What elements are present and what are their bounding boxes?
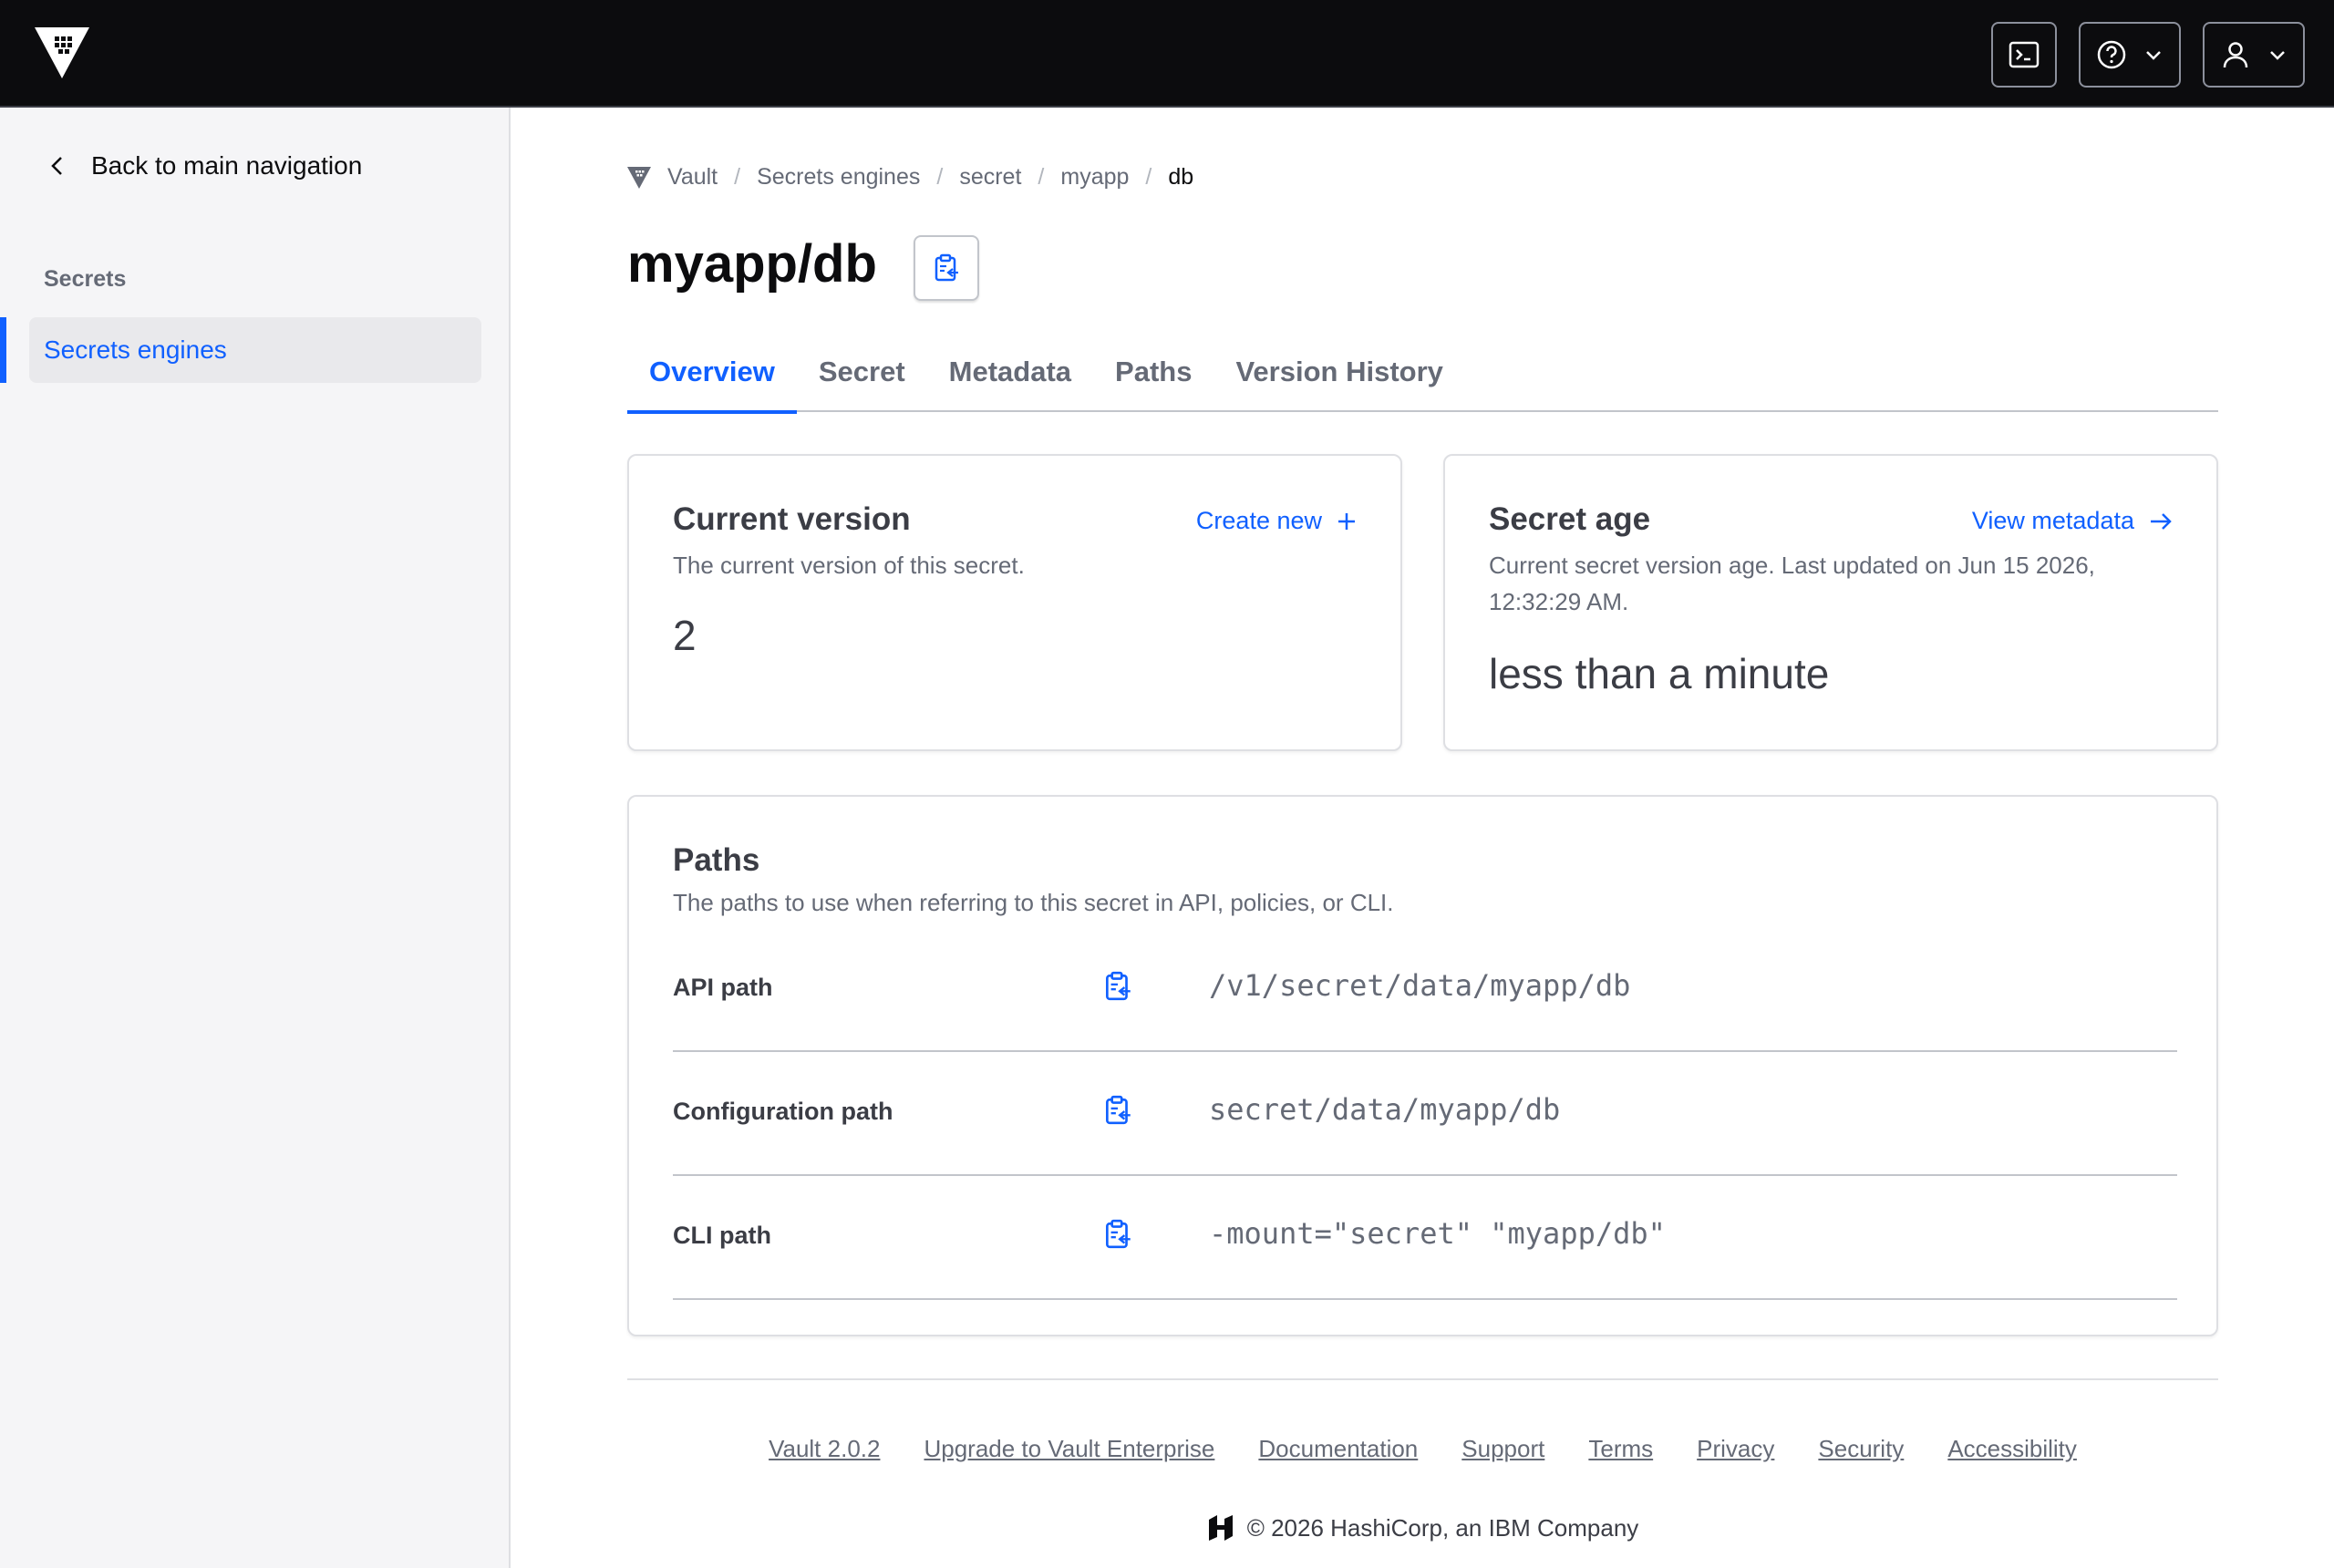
current-version-value: 2 xyxy=(673,612,697,659)
footer-link-accessibility[interactable]: Accessibility xyxy=(1947,1435,2077,1463)
breadcrumb-secrets-engines[interactable]: Secrets engines xyxy=(757,164,920,191)
breadcrumb: Vault / Secrets engines / secret / myapp… xyxy=(627,164,1193,191)
hashicorp-logo-icon xyxy=(1208,1515,1233,1541)
copy-path-button[interactable] xyxy=(914,235,979,301)
tab-paths[interactable]: Paths xyxy=(1093,332,1213,412)
footer-link-terms[interactable]: Terms xyxy=(1588,1435,1653,1463)
view-metadata-label: View metadata xyxy=(1971,507,2134,534)
card-description: The current version of this secret. xyxy=(673,552,1025,579)
console-button[interactable] xyxy=(1991,22,2057,88)
tab-version-history[interactable]: Version History xyxy=(1213,332,1464,412)
breadcrumb-current: db xyxy=(1168,164,1194,190)
path-label: Configuration path xyxy=(673,1098,893,1125)
breadcrumb-separator: / xyxy=(936,164,944,190)
terminal-icon xyxy=(2009,41,2040,68)
sidebar-section-heading: Secrets xyxy=(44,266,127,292)
vault-logo-icon xyxy=(627,166,651,189)
path-label: CLI path xyxy=(673,1222,771,1249)
path-value: -mount="secret" "myapp/db" xyxy=(1209,1216,1666,1251)
clipboard-copy-icon[interactable] xyxy=(1101,1218,1134,1251)
card-description: The paths to use when referring to this … xyxy=(673,889,1394,916)
breadcrumb-separator: / xyxy=(1145,164,1152,190)
footer-link-support[interactable]: Support xyxy=(1461,1435,1544,1463)
breadcrumb-separator: / xyxy=(734,164,741,190)
tab-overview[interactable]: Overview xyxy=(627,332,797,414)
secret-age-card: Secret age Current secret version age. L… xyxy=(1443,454,2218,751)
help-icon xyxy=(2097,40,2126,69)
breadcrumb-myapp[interactable]: myapp xyxy=(1060,164,1129,191)
user-menu-button[interactable] xyxy=(2203,22,2305,88)
top-bar xyxy=(0,0,2334,108)
secret-age-value: less than a minute xyxy=(1489,650,1830,697)
path-row-cli: CLI path -mount="secret" "myapp/db" xyxy=(673,1176,2177,1300)
footer-link-privacy[interactable]: Privacy xyxy=(1697,1435,1774,1463)
create-new-link[interactable]: Create new xyxy=(1196,507,1357,535)
breadcrumb-vault[interactable]: Vault xyxy=(667,164,718,191)
chevron-left-icon xyxy=(51,157,62,175)
user-icon xyxy=(2223,42,2248,68)
chevron-down-icon xyxy=(2146,51,2161,60)
copyright: © 2026 HashiCorp, an IBM Company xyxy=(627,1513,2218,1542)
view-metadata-link[interactable]: View metadata xyxy=(1972,507,2173,535)
card-title: Paths xyxy=(673,842,760,878)
clipboard-copy-icon[interactable] xyxy=(1101,970,1134,1003)
back-link-label: Back to main navigation xyxy=(91,151,363,180)
clipboard-copy-icon xyxy=(935,253,958,282)
footer-links: Vault 2.0.2 Upgrade to Vault Enterprise … xyxy=(627,1435,2218,1463)
path-value: secret/data/myapp/db xyxy=(1209,1092,1561,1127)
footer-link-documentation[interactable]: Documentation xyxy=(1258,1435,1418,1463)
create-new-label: Create new xyxy=(1195,507,1322,534)
path-label: API path xyxy=(673,974,773,1001)
active-item-indicator xyxy=(0,317,6,383)
sidebar-item-secrets-engines[interactable]: Secrets engines xyxy=(29,317,481,383)
footer-divider xyxy=(627,1378,2218,1380)
path-value: /v1/secret/data/myapp/db xyxy=(1209,968,1631,1003)
path-row-api: API path /v1/secret/data/myapp/db xyxy=(673,928,2177,1052)
card-title: Current version xyxy=(673,501,911,537)
help-menu-button[interactable] xyxy=(2079,22,2181,88)
breadcrumb-separator: / xyxy=(1038,164,1045,190)
current-version-card: Current version The current version of t… xyxy=(627,454,1402,751)
clipboard-copy-icon[interactable] xyxy=(1101,1094,1134,1127)
footer-link-security[interactable]: Security xyxy=(1818,1435,1904,1463)
sidebar-item-label: Secrets engines xyxy=(44,335,227,364)
breadcrumb-secret[interactable]: secret xyxy=(959,164,1021,191)
vault-logo-icon[interactable] xyxy=(35,27,89,78)
footer-link-version[interactable]: Vault 2.0.2 xyxy=(769,1435,880,1463)
copyright-text: © 2026 HashiCorp, an IBM Company xyxy=(1246,1513,1639,1542)
tab-secret[interactable]: Secret xyxy=(797,332,927,412)
card-title: Secret age xyxy=(1489,501,1651,537)
back-to-main-navigation-link[interactable]: Back to main navigation xyxy=(47,151,362,181)
footer-link-upgrade[interactable]: Upgrade to Vault Enterprise xyxy=(924,1435,1214,1463)
path-row-configuration: Configuration path secret/data/myapp/db xyxy=(673,1052,2177,1176)
plus-icon xyxy=(1338,512,1355,530)
page-title: myapp/db xyxy=(627,234,877,294)
chevron-down-icon xyxy=(2270,51,2285,60)
tab-bar: Overview Secret Metadata Paths Version H… xyxy=(627,332,2218,414)
paths-card: Paths The paths to use when referring to… xyxy=(627,795,2218,1336)
card-description: Current secret version age. Last updated… xyxy=(1489,552,2095,615)
arrow-right-icon xyxy=(2151,512,2172,530)
tab-metadata[interactable]: Metadata xyxy=(927,332,1093,412)
